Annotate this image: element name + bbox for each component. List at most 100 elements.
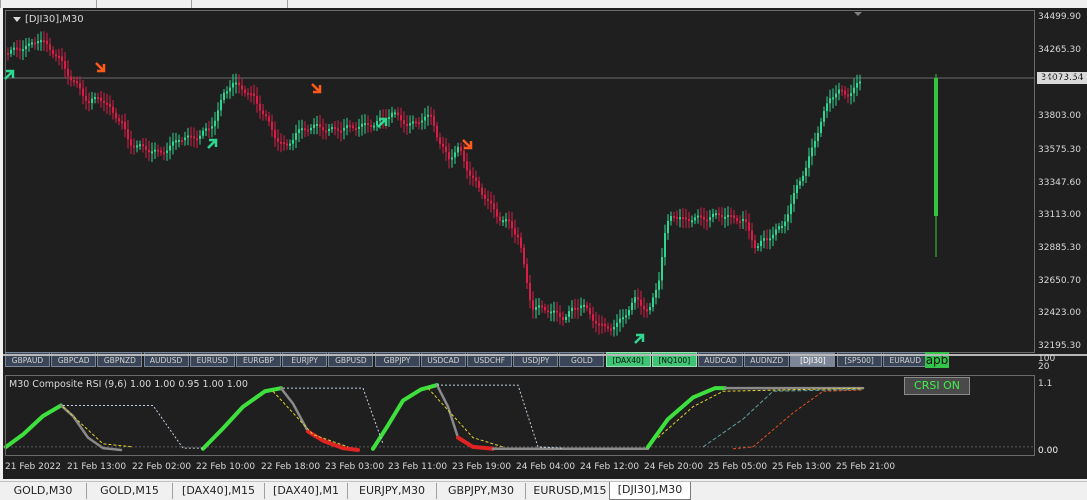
candle-body	[463, 151, 465, 162]
buy-arrow-icon	[634, 333, 645, 344]
candle-body	[457, 146, 459, 153]
candle-body	[811, 147, 813, 157]
time-axis-label: 25 Feb 21:00	[836, 462, 896, 472]
candle-body	[211, 126, 213, 129]
candle-body	[106, 102, 108, 105]
candle-body	[40, 40, 42, 43]
indicator-axis-label: 20	[1038, 362, 1050, 372]
candle-body	[118, 118, 120, 122]
crsi-toggle-button[interactable]: CRSI ON	[904, 377, 970, 395]
candle-body	[652, 297, 654, 308]
candle-body	[661, 257, 663, 281]
candle-body	[289, 143, 291, 146]
time-axis-label: 24 Feb 12:00	[580, 462, 640, 472]
candle-body	[646, 309, 648, 312]
candle-body	[235, 82, 237, 85]
candle-body	[616, 322, 618, 328]
candle-body	[43, 40, 45, 43]
chart-window[interactable]: [DJI30],M30 34073.54 34499.90 34265.30 340…	[3, 8, 1087, 479]
candle-body	[127, 129, 129, 140]
candle-body	[205, 128, 207, 131]
chart-tab[interactable]: [DAX40],M15	[173, 483, 265, 499]
candle-body	[724, 216, 726, 219]
candle-body	[223, 92, 225, 100]
candle-body	[751, 230, 753, 241]
candle-body	[529, 282, 531, 301]
candle-body	[436, 125, 438, 138]
candle-body	[523, 247, 525, 265]
candle-body	[400, 115, 402, 121]
candle-body	[91, 98, 93, 103]
candle-body	[778, 226, 780, 230]
candle-body	[367, 122, 369, 126]
candle-body	[70, 76, 72, 81]
candle-body	[742, 219, 744, 222]
candle-body	[490, 200, 492, 204]
candle-body	[103, 100, 105, 103]
candle-body	[781, 226, 783, 229]
chart-tab[interactable]: [DJI30],M30	[609, 482, 691, 500]
candle-body	[808, 156, 810, 168]
price-axis-label: 32195.30	[1038, 341, 1081, 351]
price-axis-label: 34499.90	[1038, 12, 1081, 22]
chart-tab[interactable]: GOLD,M30	[0, 483, 87, 499]
candle-body	[25, 45, 27, 50]
panel-separator[interactable]	[3, 354, 1087, 356]
chart-tab[interactable]: EURUSD,M15	[526, 483, 615, 499]
candle-body	[589, 308, 591, 315]
time-axis-label: 25 Feb 05:00	[708, 462, 768, 472]
candle-body	[664, 233, 666, 258]
candle-body	[94, 97, 96, 100]
chart-tab[interactable]: GBPJPY,M30	[437, 483, 526, 499]
candle-body	[343, 127, 345, 131]
candle-body	[310, 127, 312, 131]
candle-body	[598, 323, 600, 326]
candle-body	[433, 115, 435, 126]
candle-body	[634, 297, 636, 303]
candle-body	[187, 135, 189, 138]
candle-body	[748, 222, 750, 231]
candle-body	[688, 218, 690, 221]
candle-body	[67, 68, 69, 77]
candle-body	[145, 146, 147, 150]
candle-body	[217, 110, 219, 121]
time-axis-label: 22 Feb 02:00	[132, 462, 192, 472]
candle-body	[784, 221, 786, 227]
candle-body	[502, 220, 504, 223]
candle-body	[772, 234, 774, 239]
candle-body	[619, 318, 621, 323]
candle-body	[745, 219, 747, 223]
candle-body	[604, 323, 606, 327]
candle-body	[658, 280, 660, 290]
candle-body	[766, 238, 768, 241]
candle-body	[328, 128, 330, 131]
candle-body	[271, 121, 273, 130]
candle-body	[316, 124, 318, 127]
candle-body	[511, 221, 513, 229]
price-axis-label: 32650.70	[1038, 276, 1081, 286]
candle-body	[856, 83, 858, 88]
candle-body	[595, 320, 597, 324]
candle-body	[199, 135, 201, 139]
candle-body	[79, 83, 81, 89]
candle-body	[700, 215, 702, 218]
chart-tab[interactable]: EURJPY,M30	[348, 483, 437, 499]
candle-body	[208, 128, 210, 131]
candle-body	[637, 297, 639, 300]
chart-tab[interactable]: GOLD,M15	[87, 483, 173, 499]
candle-body	[817, 132, 819, 141]
candle-body	[397, 112, 399, 116]
chart-shift-marker[interactable]	[854, 12, 862, 16]
price-axis-label: 33347.60	[1038, 178, 1081, 188]
indicator-axis-label: 1.1	[1038, 379, 1053, 389]
candle-body	[685, 217, 687, 220]
candle-body	[349, 125, 351, 128]
candle-body	[472, 175, 474, 178]
candle-body	[148, 149, 150, 153]
candle-body	[823, 111, 825, 122]
candle-body	[85, 95, 87, 101]
candle-body	[109, 103, 111, 107]
candle-body	[682, 217, 684, 220]
chart-tab[interactable]: [DAX40],M1	[265, 483, 348, 499]
candle-body	[307, 129, 309, 132]
